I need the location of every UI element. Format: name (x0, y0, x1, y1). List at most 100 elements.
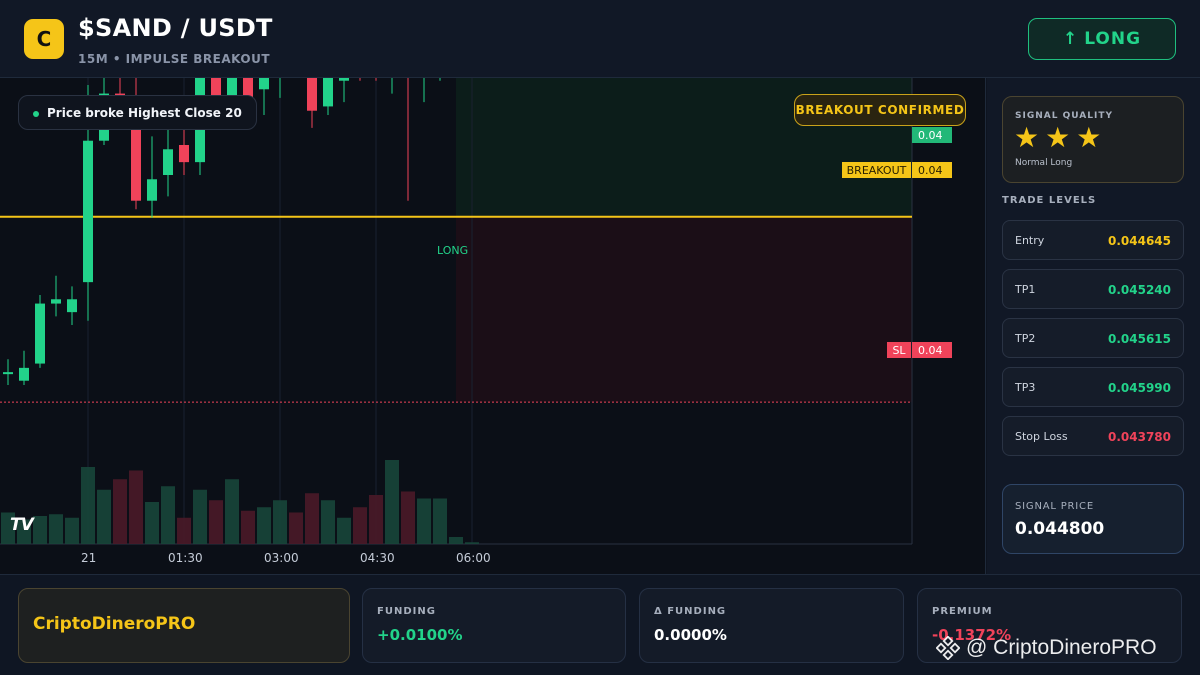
level-value: 0.045615 (1107, 332, 1171, 346)
volume-bar (337, 517, 351, 544)
candle-body (3, 372, 13, 375)
level-row-tp2: TP2 0.045615 (1002, 318, 1184, 358)
star-icon: ★ (1045, 121, 1071, 154)
level-row-tp3: TP3 0.045990 (1002, 367, 1184, 407)
candle-body (179, 145, 189, 163)
stat-value: 0.0000% (654, 626, 727, 644)
x-tick: 03:00 (264, 551, 299, 565)
volume-bar (385, 460, 399, 544)
footer: CriptoDineroPRO FUNDING +0.0100% Δ FUNDI… (0, 574, 1200, 675)
candle-body (67, 299, 77, 313)
current-price-tag: 0.04 (912, 127, 952, 143)
volume-bar (65, 517, 79, 544)
candle-body (339, 78, 349, 81)
breakout-price-tag: 0.04 (912, 162, 952, 178)
level-label: Stop Loss (1015, 430, 1068, 443)
watermark: @ CriptoDineroPRO (936, 636, 1157, 660)
breakout-label-tag: BREAKOUT (842, 162, 911, 178)
volume-bar (129, 470, 143, 544)
price-chart[interactable]: Price broke Highest Close 20 BREAKOUT CO… (0, 78, 986, 574)
candle-body (147, 179, 157, 201)
binance-logo-icon (936, 636, 960, 660)
level-label: TP1 (1015, 283, 1036, 296)
level-value: 0.044645 (1107, 234, 1171, 248)
signal-quality-title: SIGNAL QUALITY (1015, 111, 1113, 121)
star-icon: ★ (1014, 121, 1040, 154)
volume-bar (225, 479, 239, 544)
candle-body (163, 149, 173, 175)
long-button[interactable]: ↑ LONG (1028, 18, 1176, 60)
level-value: 0.045990 (1107, 381, 1171, 395)
volume-bar (145, 502, 159, 544)
stat-value: +0.0100% (377, 626, 463, 644)
volume-bar (321, 500, 335, 544)
candle-body (35, 303, 45, 364)
volume-bar (353, 507, 367, 544)
quality-stars: ★ ★ ★ (1014, 124, 1101, 152)
stat-title: FUNDING (377, 606, 436, 617)
info-pill-text: Price broke Highest Close 20 (47, 105, 242, 120)
pair-title: $SAND / USDT (78, 14, 273, 42)
x-tick: 06:00 (456, 551, 491, 565)
watermark-text: @ CriptoDineroPRO (966, 636, 1157, 659)
volume-bar (209, 500, 223, 544)
volume-bar (193, 489, 207, 544)
stat-title: PREMIUM (932, 606, 993, 617)
volume-bar (49, 514, 63, 544)
brand-name: CriptoDineroPRO (33, 614, 196, 634)
x-tick: 01:30 (168, 551, 203, 565)
stat-title: Δ FUNDING (654, 606, 727, 617)
volume-bar (401, 491, 415, 544)
signal-quality-card: SIGNAL QUALITY ★ ★ ★ Normal Long (1002, 96, 1184, 183)
candlestick-chart[interactable] (0, 78, 986, 574)
delta-funding-card: Δ FUNDING 0.0000% (639, 588, 904, 663)
level-row-stop-loss: Stop Loss 0.043780 (1002, 416, 1184, 456)
signal-price-title: SIGNAL PRICE (1015, 501, 1094, 512)
signal-price-card: SIGNAL PRICE 0.044800 (1002, 484, 1184, 554)
level-row-tp1: TP1 0.045240 (1002, 269, 1184, 309)
signal-panel: SIGNAL QUALITY ★ ★ ★ Normal Long TRADE L… (987, 78, 1200, 574)
level-label: TP2 (1015, 332, 1036, 345)
candle-body (83, 140, 93, 283)
arrow-up-icon: ↑ (1062, 29, 1079, 49)
info-pill: Price broke Highest Close 20 (18, 95, 257, 130)
volume-bar (113, 479, 127, 544)
level-label: Entry (1015, 234, 1045, 247)
trade-levels-title: TRADE LEVELS (1002, 195, 1097, 206)
volume-bar (97, 489, 111, 544)
candle-body (323, 78, 333, 107)
level-value: 0.045240 (1107, 283, 1171, 297)
candle-body (307, 78, 317, 111)
sl-label-tag: SL (887, 342, 911, 358)
funding-card: FUNDING +0.0100% (362, 588, 626, 663)
volume-bar (289, 512, 303, 544)
signal-price-value: 0.044800 (1015, 519, 1105, 539)
brand-card: CriptoDineroPRO (18, 588, 350, 663)
x-tick: 04:30 (360, 551, 395, 565)
level-label: TP3 (1015, 381, 1036, 394)
stop-loss-zone (456, 216, 912, 403)
sl-price-tag: 0.04 (912, 342, 952, 358)
volume-bar (305, 493, 319, 544)
breakout-confirmed-badge: BREAKOUT CONFIRMED (794, 94, 966, 126)
app-logo: C (24, 19, 64, 59)
tradingview-logo-icon: TV (10, 515, 34, 535)
volume-bar (33, 516, 47, 544)
candle-body (19, 367, 29, 381)
candle-body (51, 299, 61, 304)
level-value: 0.043780 (1107, 430, 1171, 444)
volume-bar (433, 498, 447, 544)
header: C $SAND / USDT 15M • IMPULSE BREAKOUT ↑ … (0, 0, 1200, 78)
volume-bar (241, 510, 255, 544)
candle-body (259, 78, 269, 90)
volume-bar (417, 498, 431, 544)
volume-bar (257, 507, 271, 544)
volume-bar (177, 517, 191, 544)
volume-bar (369, 495, 383, 544)
signal-quality-subtitle: Normal Long (1015, 158, 1073, 168)
x-tick: 21 (81, 551, 97, 565)
timeframe-subtitle: 15M • IMPULSE BREAKOUT (78, 52, 271, 66)
long-button-label: LONG (1084, 29, 1142, 49)
star-icon: ★ (1076, 121, 1102, 154)
volume-bar (81, 467, 95, 544)
